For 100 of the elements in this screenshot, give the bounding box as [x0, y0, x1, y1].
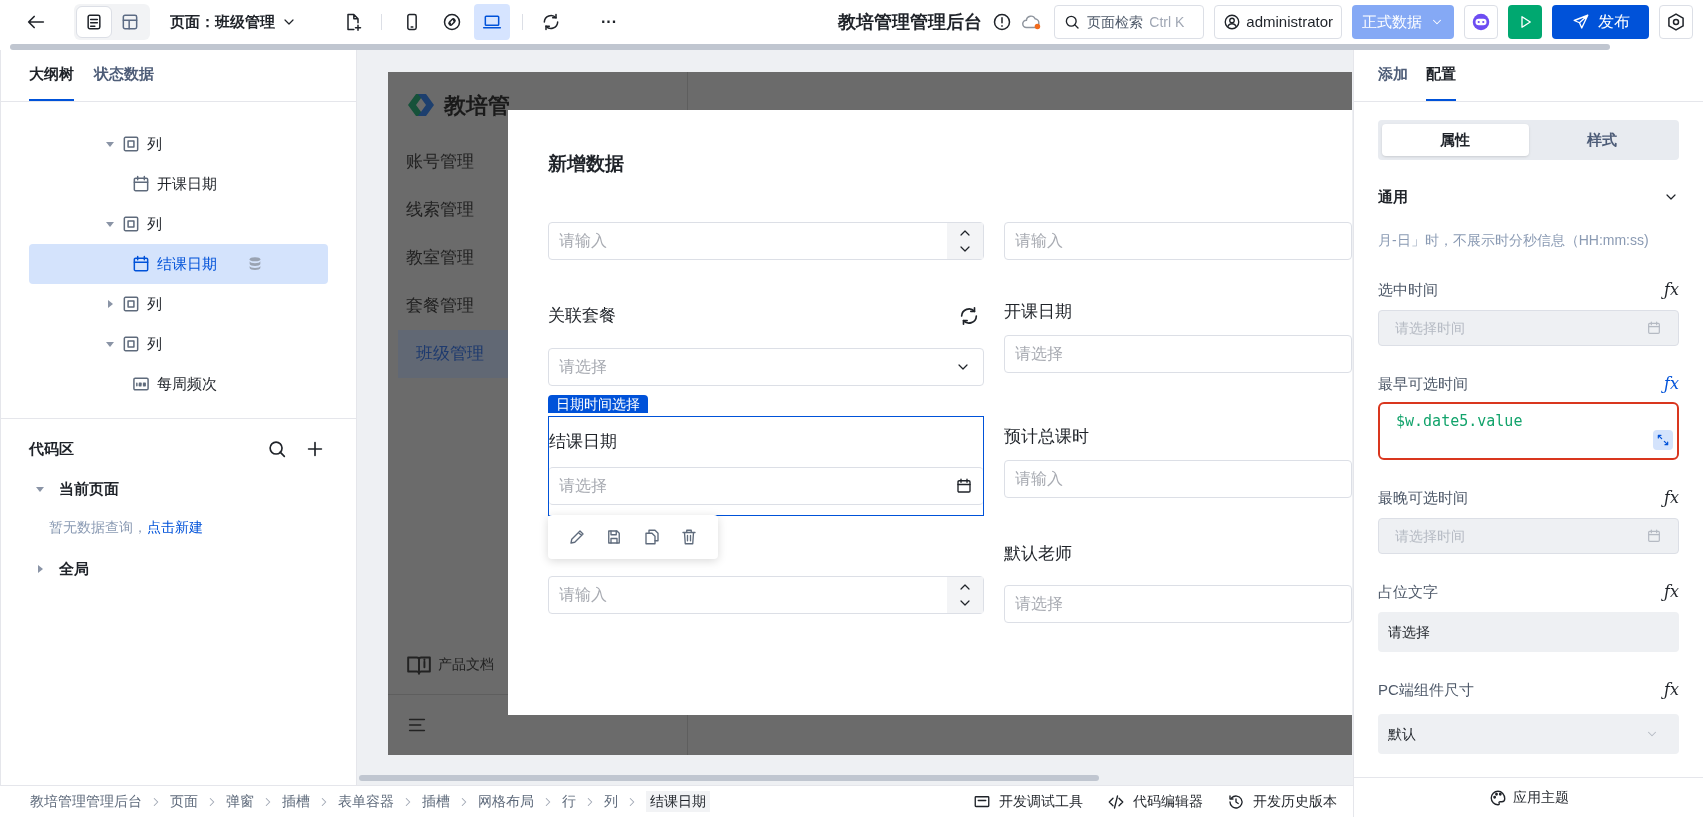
breadcrumb-item[interactable]: 页面 [170, 791, 198, 812]
laptop-icon [482, 12, 502, 32]
history-icon [1227, 792, 1245, 811]
property-label: 占位文字 [1378, 581, 1438, 602]
view-mode-toggle[interactable] [76, 6, 112, 38]
calendar-icon [131, 174, 151, 194]
tree-item[interactable]: 每周频次 [29, 364, 328, 404]
pencil-icon[interactable] [567, 528, 586, 546]
expand-caret-icon[interactable] [105, 139, 115, 149]
column-icon [121, 134, 141, 154]
settings-icon [1666, 12, 1686, 32]
calendar-icon [131, 254, 151, 274]
calendar-icon [1646, 528, 1662, 544]
placeholder-text: 请输入 [1014, 231, 1064, 251]
tree-label: 列 [147, 333, 162, 354]
expand-caret-icon[interactable] [105, 219, 115, 229]
field-label: 关联套餐 [548, 305, 616, 328]
code-group[interactable]: 当前页面 [29, 469, 328, 509]
tree-item[interactable]: 列 [29, 324, 328, 364]
expand-caret-icon[interactable] [105, 339, 115, 349]
robot-icon [1470, 11, 1492, 33]
breadcrumb-item[interactable]: 插槽 [282, 791, 310, 812]
tree-label: 每周频次 [157, 373, 217, 394]
user-button[interactable]: administrator [1214, 5, 1342, 39]
input-value: 请选择 [1388, 622, 1430, 642]
section-title: 通用 [1378, 186, 1408, 207]
user-icon [1223, 13, 1242, 31]
group-label: 全局 [59, 558, 89, 579]
settings-button[interactable] [1659, 5, 1693, 39]
expand-caret-icon[interactable] [35, 484, 45, 494]
code-group[interactable]: 全局 [29, 549, 328, 589]
publish-button[interactable]: 发布 [1552, 5, 1649, 39]
placeholder-text: 请选择 [558, 476, 608, 496]
placeholder-text: 请输入 [558, 585, 608, 605]
page-search-field[interactable]: 页面检索 Ctrl K [1054, 5, 1205, 39]
scrollbar[interactable] [10, 44, 1610, 50]
column-icon [121, 294, 141, 314]
tree-label: 列 [147, 133, 162, 154]
calendar-icon [955, 477, 973, 495]
app-title: 教培管理管理后台 [838, 10, 983, 34]
selected-component[interactable]: 结课日期 请选择 [548, 416, 984, 516]
expand-caret-icon[interactable] [105, 299, 115, 309]
breadcrumb-item[interactable]: 弹窗 [226, 791, 254, 812]
breadcrumb-item[interactable]: 网格布局 [478, 791, 534, 812]
placeholder-text: 请选择 [1014, 344, 1064, 364]
breadcrumb-item[interactable]: 行 [562, 791, 576, 812]
breadcrumb-item[interactable]: 教培管理管理后台 [30, 791, 142, 812]
create-link[interactable]: 点击新建 [147, 516, 203, 538]
tree-label: 列 [147, 213, 162, 234]
tool-button[interactable]: 代码编辑器 [1107, 791, 1203, 812]
expand-caret-icon[interactable] [35, 564, 45, 574]
panel-tab[interactable]: 配置 [1426, 49, 1456, 101]
more-button[interactable]: ··· [591, 4, 627, 40]
number-icon [131, 374, 151, 394]
placeholder-text: 请选择 [558, 357, 608, 377]
property-label: PC端组件尺寸 [1378, 679, 1474, 700]
tree-item[interactable]: 列 [29, 284, 328, 324]
trash-icon[interactable] [680, 528, 699, 546]
theme-button[interactable]: 应用主题 [1512, 787, 1569, 808]
tool-button[interactable]: 开发历史版本 [1227, 791, 1337, 812]
help-text: 月-日」时，不展示时分秒信息（HH:mm:ss) [1378, 231, 1650, 250]
layout-icon [120, 12, 140, 32]
panel-tab[interactable]: 状态数据 [94, 49, 154, 101]
breadcrumb-item[interactable]: 结课日期 [646, 791, 710, 812]
select-field[interactable]: 默认 [1378, 714, 1679, 754]
tree-label: 开课日期 [157, 173, 217, 194]
logo-icon [406, 92, 436, 118]
breadcrumb-item[interactable]: 列 [604, 791, 618, 812]
expand-icon[interactable] [1655, 432, 1671, 448]
assistant-button[interactable] [1464, 5, 1498, 39]
shortcut-hint: Ctrl K [1149, 12, 1185, 32]
palette-icon [1488, 788, 1507, 807]
empty-message: 暂无数据查询， [49, 517, 147, 537]
tree-label: 结课日期 [157, 253, 217, 274]
page-dropdown[interactable]: 页面：班级管理 [170, 10, 297, 34]
input-field[interactable]: 请选择 [1378, 612, 1679, 652]
modal-title: 新增数据 [548, 152, 625, 176]
segment-tab[interactable]: 样式 [1528, 124, 1675, 156]
breadcrumb-item[interactable]: 插槽 [422, 791, 450, 812]
placeholder-text: 请选择 [1014, 594, 1064, 614]
alert-icon[interactable] [992, 12, 1013, 32]
copy-icon[interactable] [642, 528, 661, 546]
column-icon [121, 334, 141, 354]
app-logo-text: 教培管 [444, 91, 510, 120]
field-label: 预计总课时 [1004, 426, 1089, 449]
tree-label: 列 [147, 293, 162, 314]
segment-tab[interactable]: 属性 [1382, 124, 1529, 156]
panel-tab[interactable]: 大纲树 [29, 49, 74, 101]
refresh-icon[interactable] [958, 305, 980, 327]
tree-item[interactable]: 列 [29, 204, 328, 244]
tree-item[interactable]: 开课日期 [29, 164, 328, 204]
tool-button[interactable]: 开发调试工具 [973, 791, 1083, 812]
field-label: 默认老师 [1004, 543, 1072, 566]
tree-item[interactable]: 结课日期 [29, 244, 328, 284]
field-label: 开课日期 [1004, 301, 1072, 324]
breadcrumb-item[interactable]: 表单容器 [338, 791, 394, 812]
property-label: 选中时间 [1378, 279, 1438, 300]
panel-tab[interactable]: 添加 [1378, 49, 1408, 101]
scrollbar[interactable] [359, 775, 1099, 781]
tree-item[interactable]: 列 [29, 124, 328, 164]
